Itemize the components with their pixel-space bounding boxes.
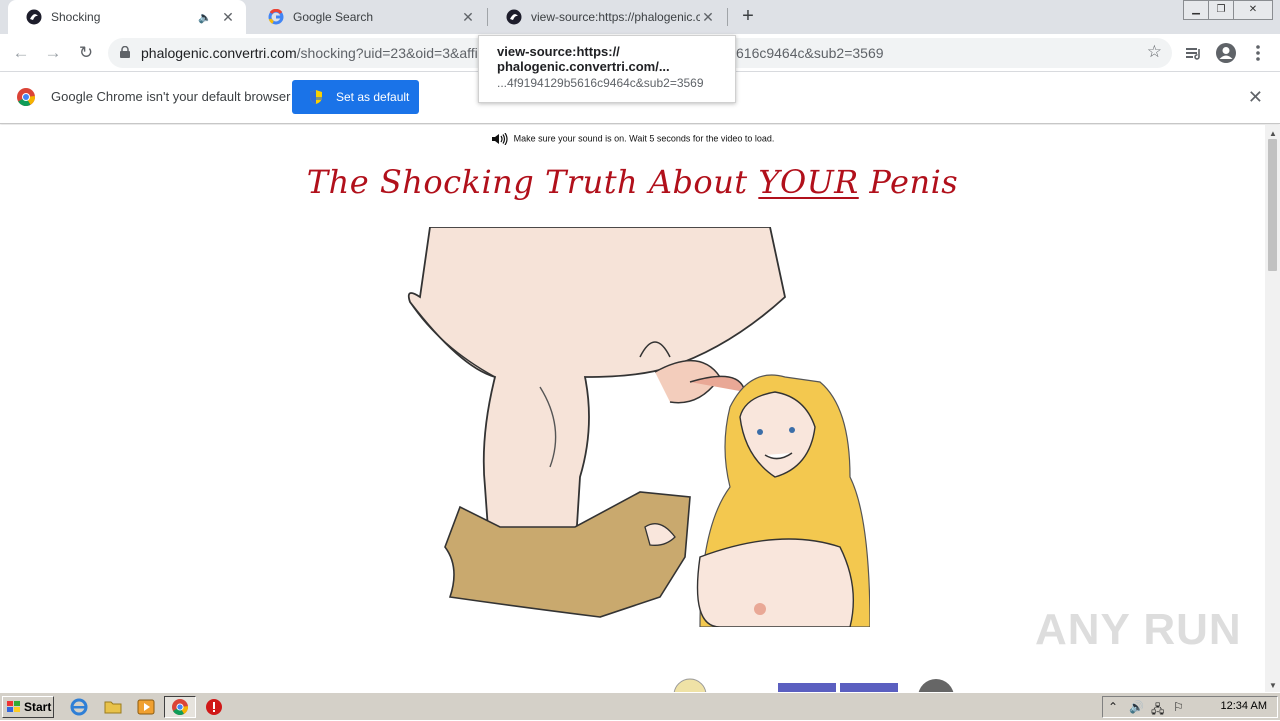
action-center-flag-icon[interactable]: ⚐ [1173, 700, 1184, 714]
sound-note: Make sure your sound is on. Wait 5 secon… [0, 133, 1265, 145]
minimize-button[interactable]: ▁ [1183, 0, 1209, 20]
close-tab-icon[interactable]: ✕ [460, 9, 476, 26]
media-control-icon[interactable] [1182, 41, 1206, 65]
chrome-logo-icon [172, 699, 188, 715]
system-tray: ⌃ 🔊 🖧 ⚐ 12:34 AM [1102, 696, 1278, 718]
scroll-thumb[interactable] [1268, 139, 1277, 271]
windows-flag-icon [7, 701, 20, 712]
page-content: Make sure your sound is on. Wait 5 secon… [0, 125, 1265, 692]
tab-view-source[interactable]: view-source:https://phalogenic.con ✕ [488, 0, 726, 34]
url-text: phalogenic.convertri.com/shocking?uid=23… [141, 38, 478, 68]
sound-note-text: Make sure your sound is on. Wait 5 secon… [513, 133, 775, 144]
headline-emphasis: YOUR [758, 163, 859, 201]
scroll-up-icon[interactable]: ▲ [1269, 129, 1277, 138]
close-tab-icon[interactable]: ✕ [700, 9, 716, 26]
site-favicon-icon [26, 9, 42, 25]
internet-explorer-icon[interactable] [70, 698, 88, 716]
start-label: Start [24, 700, 52, 714]
back-arrow-icon[interactable]: ← [9, 41, 33, 65]
url-path-tail: 616c9464c&sub2=3569 [736, 45, 884, 61]
windows-taskbar: Start ⌃ 🔊 🖧 ⚐ 12:34 AM [0, 692, 1280, 720]
taskbar-chrome-task[interactable] [164, 696, 196, 718]
trust-badges-icon [673, 678, 954, 692]
page-scrollbar[interactable]: ▲ ▼ [1265, 125, 1280, 692]
set-as-default-label: Set as default [336, 90, 410, 104]
headline-part: The Shocking Truth About [306, 163, 759, 201]
folder-icon[interactable] [104, 698, 122, 716]
url-host: phalogenic.convertri.com [141, 45, 297, 61]
uac-shield-icon [310, 90, 322, 104]
tab-separator [727, 8, 728, 26]
start-button[interactable]: Start [2, 696, 54, 718]
tab-title: Shocking [51, 10, 101, 24]
forward-arrow-icon[interactable]: → [41, 41, 65, 65]
media-player-icon[interactable] [137, 698, 155, 716]
infobar-message: Google Chrome isn't your default browser [51, 89, 291, 104]
cartoon-illustration [407, 227, 870, 627]
lock-icon [120, 46, 130, 58]
stop-sign-icon[interactable] [205, 698, 223, 716]
restore-button[interactable]: ❐ [1208, 0, 1234, 20]
speaker-icon[interactable]: 🔈 [198, 11, 212, 24]
chrome-logo-icon [17, 88, 35, 106]
tab-title: view-source:https://phalogenic.con [531, 10, 700, 24]
tab-shocking[interactable]: Shocking 🔈 ✕ [8, 0, 246, 34]
tab-hover-tooltip: view-source:https:// phalogenic.convertr… [478, 35, 736, 103]
anyrun-watermark: ANY RUN [1035, 605, 1242, 654]
new-tab-button[interactable]: + [736, 4, 760, 28]
volume-icon[interactable]: 🔊 [1129, 700, 1144, 714]
page-headline: The Shocking Truth About YOUR Penis [0, 163, 1265, 201]
profile-avatar-icon[interactable] [1214, 41, 1238, 65]
set-as-default-button[interactable]: Set as default [292, 80, 419, 114]
taskbar-clock[interactable]: 12:34 AM [1221, 700, 1267, 712]
headline-part: Penis [858, 163, 959, 201]
menu-kebab-icon[interactable] [1246, 41, 1270, 65]
close-window-button[interactable]: ✕ [1233, 0, 1273, 20]
bookmark-star-icon[interactable]: ☆ [1147, 42, 1162, 62]
tooltip-line2: phalogenic.convertri.com/... [497, 59, 670, 74]
tooltip-line3: ...4f9194129b5616c9464c&sub2=3569 [497, 76, 704, 90]
scroll-down-icon[interactable]: ▼ [1269, 681, 1277, 690]
url-path: /shocking?uid=23&oid=3&affi [296, 45, 478, 61]
tab-google-search[interactable]: Google Search ✕ [250, 0, 486, 34]
google-favicon-icon [268, 9, 284, 25]
site-favicon-icon [506, 9, 522, 25]
tab-title: Google Search [293, 10, 374, 24]
close-infobar-icon[interactable]: ✕ [1248, 87, 1263, 108]
close-tab-icon[interactable]: ✕ [220, 9, 236, 26]
reload-icon[interactable]: ↻ [74, 41, 98, 65]
tray-expand-icon[interactable]: ⌃ [1108, 700, 1118, 714]
tooltip-line1: view-source:https:// [497, 44, 620, 59]
network-icon[interactable]: 🖧 [1151, 700, 1164, 721]
tab-strip: Shocking 🔈 ✕ Google Search ✕ view-source… [0, 0, 1280, 34]
speaker-icon [491, 133, 508, 145]
